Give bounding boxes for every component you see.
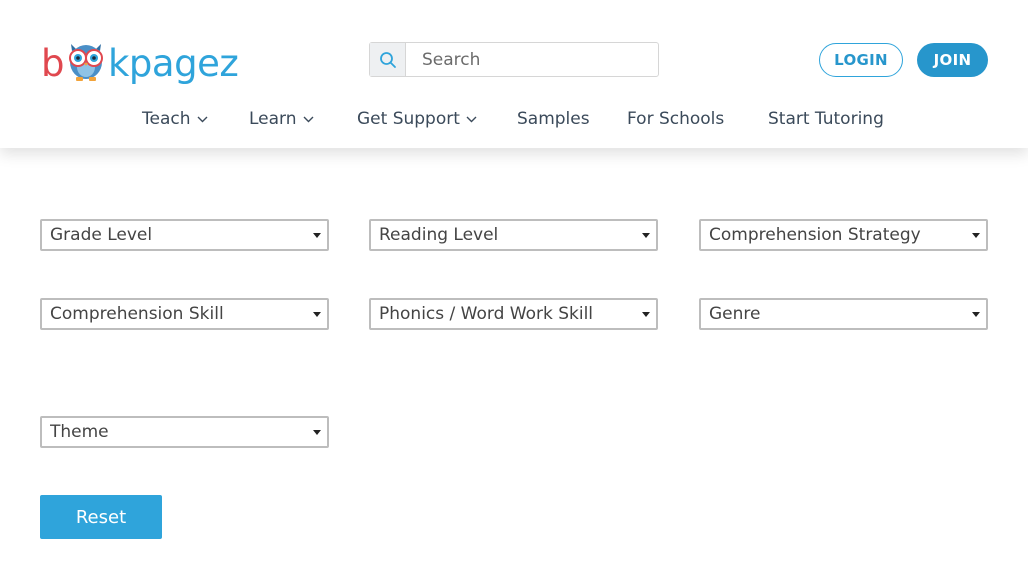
- caret-down-icon: [313, 232, 321, 238]
- theme-select[interactable]: Theme: [40, 416, 329, 448]
- nav-item-label: Teach: [142, 109, 191, 129]
- caret-down-icon: [313, 311, 321, 317]
- nav-item-label: Samples: [517, 109, 590, 129]
- nav-item-teach[interactable]: Teach: [142, 106, 208, 132]
- reset-button[interactable]: Reset: [40, 495, 162, 539]
- nav-item-label: Start Tutoring: [768, 109, 884, 129]
- select-label: Grade Level: [50, 225, 153, 245]
- nav-item-for-schools[interactable]: For Schools: [627, 106, 724, 132]
- caret-down-icon: [972, 311, 980, 317]
- select-label: Phonics / Word Work Skill: [379, 304, 594, 324]
- nav-item-label: Learn: [249, 109, 297, 129]
- bookpagez-logo[interactable]: b kpagez: [41, 28, 241, 82]
- logo-text-rest: kpagez: [108, 42, 239, 85]
- select-label: Reading Level: [379, 225, 499, 245]
- select-label: Theme: [50, 422, 109, 442]
- site-header: b kpagez LOGIN JOIN: [0, 0, 1028, 148]
- nav-item-label: For Schools: [627, 109, 725, 129]
- caret-down-icon: [642, 232, 650, 238]
- nav-item-samples[interactable]: Samples: [517, 106, 590, 132]
- nav-item-learn[interactable]: Learn: [249, 106, 314, 132]
- logo-text-b: b: [41, 42, 65, 85]
- caret-down-icon: [972, 232, 980, 238]
- owl-logo-icon: [69, 44, 103, 81]
- chevron-down-icon: [466, 116, 477, 123]
- caret-down-icon: [642, 311, 650, 317]
- nav-item-start-tutoring[interactable]: Start Tutoring: [768, 106, 884, 132]
- comprehension-strategy-select[interactable]: Comprehension Strategy: [699, 219, 988, 251]
- genre-select[interactable]: Genre: [699, 298, 988, 330]
- caret-down-icon: [313, 429, 321, 435]
- select-label: Comprehension Skill: [50, 304, 224, 324]
- search-button[interactable]: [370, 43, 406, 76]
- login-button[interactable]: LOGIN: [819, 43, 903, 77]
- nav-item-label: Get Support: [357, 109, 460, 129]
- reading-level-select[interactable]: Reading Level: [369, 219, 658, 251]
- main-nav: Teach Learn Get Support Samples For Scho…: [0, 106, 1028, 132]
- phonics-word-work-select[interactable]: Phonics / Word Work Skill: [369, 298, 658, 330]
- grade-level-select[interactable]: Grade Level: [40, 219, 329, 251]
- search-bar: [369, 42, 659, 77]
- select-label: Comprehension Strategy: [709, 225, 921, 245]
- search-icon: [379, 51, 396, 68]
- comprehension-skill-select[interactable]: Comprehension Skill: [40, 298, 329, 330]
- search-input[interactable]: [406, 43, 658, 76]
- join-button[interactable]: JOIN: [917, 43, 988, 77]
- select-label: Genre: [709, 304, 761, 324]
- chevron-down-icon: [303, 116, 314, 123]
- chevron-down-icon: [197, 116, 208, 123]
- nav-item-get-support[interactable]: Get Support: [357, 106, 477, 132]
